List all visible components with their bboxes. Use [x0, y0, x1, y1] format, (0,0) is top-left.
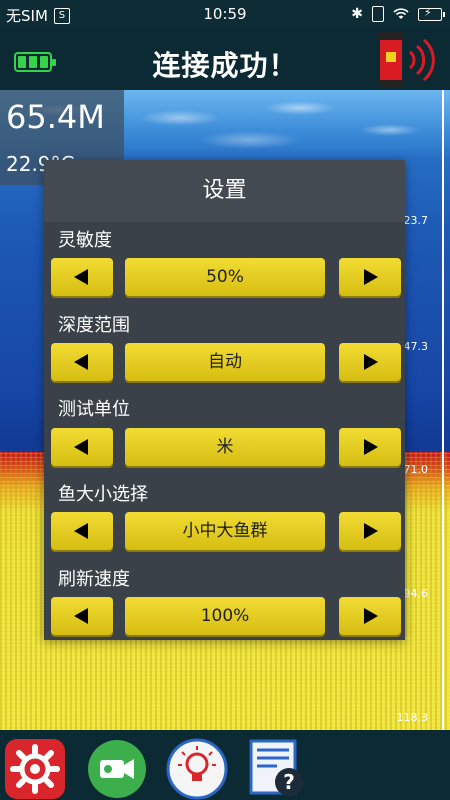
- refresh-speed-increase-button[interactable]: [339, 597, 401, 635]
- left-arrow-icon: [74, 439, 88, 455]
- scale-tick: 23.7: [403, 214, 429, 227]
- wifi-icon: [393, 8, 409, 19]
- depth-range-increase-button[interactable]: [339, 343, 401, 381]
- depth-scale-line: [442, 90, 444, 730]
- sensitivity-value[interactable]: 50%: [125, 258, 325, 296]
- unit-control: 米: [51, 428, 401, 468]
- left-arrow-icon: [74, 523, 88, 539]
- sensitivity-decrease-button[interactable]: [51, 258, 113, 296]
- light-bulb-icon[interactable]: [166, 738, 228, 800]
- left-arrow-icon: [74, 269, 88, 285]
- right-arrow-icon: [364, 608, 378, 624]
- help-manual-icon[interactable]: ?: [247, 738, 309, 800]
- sensitivity-label: 灵敏度: [58, 230, 112, 251]
- scale-tick: 47.3: [403, 340, 429, 353]
- unit-value[interactable]: 米: [125, 428, 325, 466]
- refresh-speed-control: 100%: [51, 597, 401, 637]
- unit-decrease-button[interactable]: [51, 428, 113, 466]
- settings-gear-icon[interactable]: [4, 738, 66, 800]
- right-arrow-icon: [364, 439, 378, 455]
- sensitivity-increase-button[interactable]: [339, 258, 401, 296]
- fish-size-label: 鱼大小选择: [58, 484, 148, 505]
- depth-range-control: 自动: [51, 343, 401, 383]
- settings-title: 设置: [44, 160, 405, 222]
- charging-battery-icon: ⚡: [418, 6, 445, 21]
- refresh-speed-label: 刷新速度: [58, 569, 130, 590]
- refresh-speed-value[interactable]: 100%: [125, 597, 325, 635]
- status-bar: 无SIM S 10:59 ✱ ⚡: [0, 0, 450, 28]
- sensitivity-control: 50%: [51, 258, 401, 298]
- right-arrow-icon: [364, 354, 378, 370]
- camera-icon[interactable]: [86, 738, 148, 800]
- scale-tick: 118.3: [396, 711, 429, 724]
- unit-increase-button[interactable]: [339, 428, 401, 466]
- scale-tick: 71.0: [403, 463, 429, 476]
- bluetooth-icon: ✱: [351, 6, 363, 22]
- fish-size-increase-button[interactable]: [339, 512, 401, 550]
- fish-size-control: 小中大鱼群: [51, 512, 401, 552]
- right-arrow-icon: [364, 269, 378, 285]
- fish-size-decrease-button[interactable]: [51, 512, 113, 550]
- right-arrow-icon: [364, 523, 378, 539]
- unit-label: 测试单位: [58, 399, 130, 420]
- depth-range-value[interactable]: 自动: [125, 343, 325, 381]
- scale-tick: 94.6: [403, 587, 429, 600]
- refresh-speed-decrease-button[interactable]: [51, 597, 113, 635]
- vibrate-icon: [372, 6, 384, 22]
- left-arrow-icon: [74, 608, 88, 624]
- app-header: 连接成功！: [0, 28, 450, 90]
- svg-text:?: ?: [283, 770, 295, 794]
- depth-range-label: 深度范围: [58, 315, 130, 336]
- sonar-device-icon[interactable]: [372, 30, 442, 90]
- bottom-toolbar: ?: [0, 730, 450, 800]
- left-arrow-icon: [74, 354, 88, 370]
- depth-readout: 65.4M: [6, 98, 105, 136]
- fish-size-value[interactable]: 小中大鱼群: [125, 512, 325, 550]
- settings-dialog: 设置 灵敏度 50% 深度范围 自动 测试单位 米 鱼大小选择 小中大鱼群 刷新…: [44, 160, 405, 640]
- depth-range-decrease-button[interactable]: [51, 343, 113, 381]
